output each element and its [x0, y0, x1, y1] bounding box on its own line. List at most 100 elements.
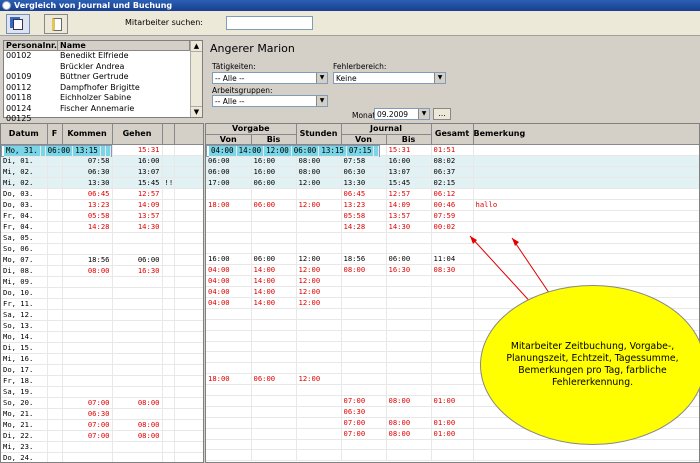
vorgabe-bis-cell	[251, 351, 297, 363]
column-header-stunden[interactable]: Stunden	[296, 124, 342, 145]
booking-row[interactable]: Fr, 04. 14:28 14:30	[1, 221, 203, 233]
booking-row[interactable]: Do, 10.	[1, 287, 203, 299]
booking-row[interactable]: Sa, 19.	[1, 386, 203, 398]
more-button[interactable]: ...	[433, 108, 451, 120]
booking-row[interactable]: Do, 03. 13:23 14:09	[1, 199, 203, 211]
booking-row[interactable]: Fr, 04. 05:58 13:57	[1, 210, 203, 222]
journal-row[interactable]: 18:00 06:00 12:00 13:23 14:09 00:46 hallo	[206, 199, 699, 211]
column-header-datum[interactable]: Datum	[1, 124, 48, 145]
booking-row[interactable]: Fr, 11.	[1, 298, 203, 310]
blank-cell	[174, 397, 203, 409]
booking-row[interactable]: Mi, 23.	[1, 441, 203, 453]
journal-row[interactable]: 06:00 16:00 08:00 07:58 16:00 08:02	[206, 155, 699, 167]
person-row[interactable]: 00109 Büttner Gertrude	[4, 72, 202, 83]
journal-bis-cell: 13:57	[386, 210, 432, 222]
journal-row[interactable]: 05:58 13:57 07:59	[206, 210, 699, 222]
journal-row[interactable]: 17:00 06:00 12:00 13:30 15:45 02:15	[206, 177, 699, 189]
journal-row[interactable]	[206, 449, 699, 461]
column-header-bemerkung[interactable]: Bemerkung	[473, 124, 699, 145]
booking-row[interactable]: So, 13.	[1, 320, 203, 332]
datum-cell: Di, 08.	[1, 265, 48, 277]
booking-row[interactable]: Mo, 21. 07:00 08:00	[1, 419, 203, 431]
arbeitsgruppen-select[interactable]: -- Alle -- ▼	[212, 95, 328, 107]
booking-row[interactable]: Mo, 21. 06:30	[1, 408, 203, 420]
person-row[interactable]: 00112 Dampfhofer Brigitte	[4, 83, 202, 94]
fehlerbereich-select[interactable]: Keine ▼	[333, 72, 446, 84]
blank-cell	[174, 375, 203, 387]
stunden-cell	[296, 330, 342, 342]
journal-row[interactable]: 04:00 14:00 12:00 06:00 13:15 07:15	[206, 144, 381, 157]
booking-row[interactable]: Sa, 05.	[1, 232, 203, 244]
vorgabe-von-cell: 06:00	[206, 155, 252, 167]
booking-row[interactable]: So, 06.	[1, 243, 203, 255]
person-row[interactable]: 00124 Fischer Annemarie	[4, 104, 202, 115]
person-list-scrollbar[interactable]: ▲ ▼	[190, 41, 202, 117]
booking-row[interactable]: Do, 17.	[1, 364, 203, 376]
column-header-kommen[interactable]: Kommen	[62, 124, 113, 145]
person-row[interactable]: 00102 Benedikt Elfriede	[4, 51, 202, 62]
new-document-button[interactable]	[44, 14, 68, 34]
booking-row[interactable]: Mo, 14.	[1, 331, 203, 343]
booking-row[interactable]: Sa, 12.	[1, 309, 203, 321]
gehen-cell: 15:45	[112, 177, 163, 189]
kommen-cell: 06:45	[62, 188, 113, 200]
column-header-f[interactable]: F	[47, 124, 63, 145]
datum-cell: Mi, 02.	[1, 166, 48, 178]
taetigkeiten-select[interactable]: -- Alle -- ▼	[212, 72, 328, 84]
booking-grid[interactable]: Datum F Kommen Gehen Mo, 31.06:0013:15 Mo…	[0, 123, 204, 463]
booking-row[interactable]: Di, 08. 08:00 16:30	[1, 265, 203, 277]
search-input[interactable]	[226, 16, 313, 30]
booking-row[interactable]: Mo, 31. 06:00 13:15	[1, 144, 112, 157]
vorgabe-von-cell	[206, 232, 252, 244]
bemerkung-cell: hallo	[473, 199, 699, 211]
gehen-cell	[112, 331, 163, 343]
booking-row[interactable]: Fr, 18.	[1, 375, 203, 387]
booking-row[interactable]: Do, 24.	[1, 452, 203, 462]
journal-bis-cell: 14:09	[386, 199, 432, 211]
booking-row[interactable]: Mi, 16.	[1, 353, 203, 365]
copy-button[interactable]	[6, 14, 30, 34]
journal-row[interactable]	[206, 232, 699, 244]
journal-row[interactable]: 06:45 12:57 06:12	[206, 188, 699, 200]
scroll-down-icon[interactable]: ▼	[191, 106, 202, 117]
stunden-cell	[296, 449, 342, 461]
column-header-journal-von[interactable]: Von	[341, 134, 387, 145]
journal-row[interactable]: 04:00 14:00 12:00	[206, 275, 699, 288]
column-header-name[interactable]: Name	[58, 41, 190, 50]
column-header-vorgabe-bis[interactable]: Bis	[251, 134, 297, 145]
flag-cell	[162, 452, 175, 462]
column-header-gesamt[interactable]: Gesamt	[431, 124, 474, 145]
journal-row[interactable]: 14:28 14:30 00:02	[206, 221, 699, 233]
column-header-vorgabe-von[interactable]: Von	[206, 134, 252, 145]
stunden-cell	[296, 308, 342, 320]
f-cell	[47, 430, 63, 442]
person-row[interactable]: Brückler Andrea	[4, 62, 202, 73]
booking-row[interactable]: Di, 15.	[1, 342, 203, 354]
stunden-cell	[296, 439, 342, 451]
booking-row[interactable]: Mi, 02. 13:30 15:45!!	[1, 177, 203, 189]
journal-row[interactable]: 16:00 06:00 12:00 18:56 06:00 11:04	[206, 253, 699, 266]
booking-row[interactable]: Di, 22. 07:00 08:00	[1, 430, 203, 442]
person-list[interactable]: Personalnr. Name 00102 Benedikt Elfriede B…	[3, 40, 203, 123]
booking-row[interactable]: Mi, 09.	[1, 276, 203, 288]
gehen-cell: 13:07	[112, 166, 163, 178]
booking-row[interactable]: Mo, 07. 18:56 06:00	[1, 254, 203, 266]
booking-row[interactable]: Do, 03. 06:45 12:57	[1, 188, 203, 200]
vorgabe-bis-cell: 06:00	[251, 253, 297, 266]
column-header-gehen[interactable]: Gehen	[112, 124, 163, 145]
person-row[interactable]: 00118 Eichholzer Sabine	[4, 93, 202, 104]
column-header-journal-bis[interactable]: Bis	[386, 134, 432, 145]
datum-cell: Fr, 04.	[1, 210, 48, 222]
journal-row[interactable]: 06:00 16:00 08:00 06:30 13:07 06:37	[206, 166, 699, 178]
monat-select[interactable]: 09.2009 ▼	[374, 108, 430, 120]
app-icon	[2, 1, 11, 10]
vorgabe-von-cell	[206, 210, 252, 222]
journal-row[interactable]	[206, 243, 699, 255]
booking-row[interactable]: So, 20. 07:00 08:00	[1, 397, 203, 409]
column-header-personalnr[interactable]: Personalnr.	[4, 41, 58, 50]
gehen-cell	[112, 232, 163, 244]
journal-row[interactable]: 04:00 14:00 12:00 08:00 16:30 08:30	[206, 264, 699, 277]
booking-row[interactable]: Di, 01. 07:58 16:00	[1, 155, 203, 167]
scroll-up-icon[interactable]: ▲	[191, 41, 202, 52]
booking-row[interactable]: Mi, 02. 06:30 13:07	[1, 166, 203, 178]
